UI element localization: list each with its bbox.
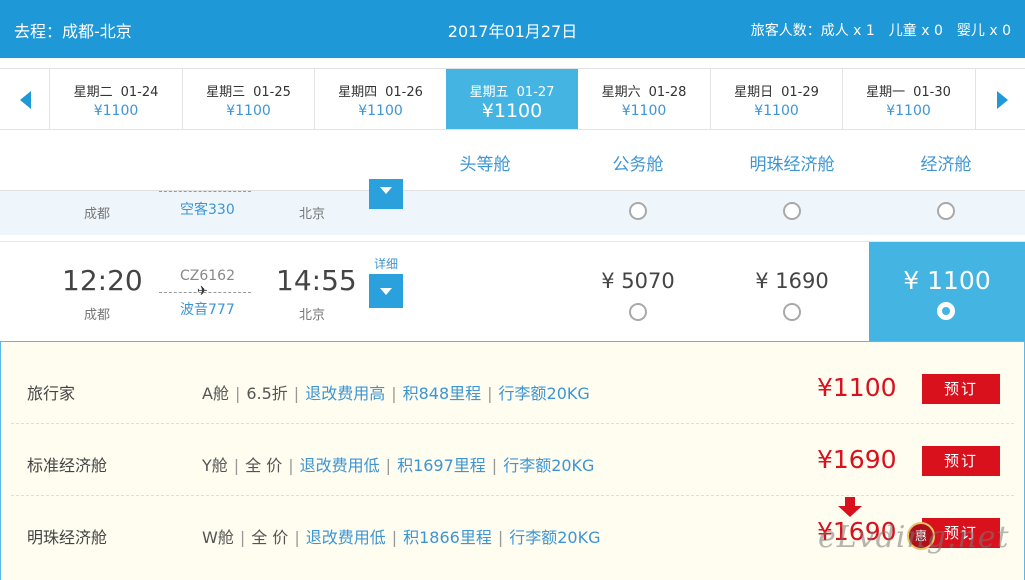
date-tab-price: ¥1100 — [358, 103, 403, 119]
date-tab-weekday: 星期三 — [206, 85, 246, 100]
date-tab-weekday: 星期五 — [469, 85, 509, 100]
fare-attributes: A舱 | 6.5折 | 退改费用高 | 积848里程 | 行李额20KG — [202, 384, 590, 403]
miles-link[interactable]: 积1697里程 — [397, 456, 486, 475]
arr-time: 14:55 — [276, 264, 357, 297]
fare-price: ¥1690 — [817, 445, 897, 474]
fare-discount: 全 价 — [245, 456, 283, 475]
arr-city: 北京 — [299, 207, 326, 222]
fare-discount: 6.5折 — [246, 384, 288, 403]
select-premium-economy-radio[interactable] — [783, 202, 801, 220]
date-tab[interactable]: 星期二 01-24 ¥1100 — [50, 69, 182, 129]
date-tab-weekday: 星期二 — [73, 85, 113, 100]
fare-price: ¥1100 — [817, 373, 897, 402]
date-tab-date: 01-26 — [385, 85, 423, 100]
date-tab-weekday: 星期四 — [338, 85, 378, 100]
date-tab-price: ¥1100 — [93, 103, 139, 119]
flight-row-cz6162: 12:20 成都 CZ6162 ✈ 波音777 14:55 北京 详细 ¥ 50… — [0, 241, 1025, 342]
select-business-radio[interactable] — [629, 202, 647, 220]
aircraft-type[interactable]: 空客330 — [180, 199, 235, 219]
date-tab-date: 01-29 — [781, 85, 819, 100]
baggage-link[interactable]: 行李额20KG — [503, 456, 594, 475]
cabin-header-business: 公务舱 — [612, 155, 664, 175]
header-bar: 去程：成都-北京 2017年01月27日 旅客人数：成人 x 1 儿童 x 0 … — [0, 0, 1025, 58]
expand-fares-button[interactable] — [369, 179, 403, 209]
miles-link[interactable]: 积1866里程 — [403, 528, 492, 547]
route-line — [159, 191, 251, 192]
refund-policy-link[interactable]: 退改费用低 — [306, 528, 386, 547]
date-tab[interactable]: 星期日 01-29 ¥1100 — [710, 69, 842, 129]
dep-city: 成都 — [84, 308, 111, 323]
fare-cabin: A舱 — [202, 384, 229, 403]
date-tab-price: ¥1100 — [621, 103, 667, 119]
date-tab[interactable]: 星期四 01-26 ¥1100 — [314, 69, 446, 129]
fare-row: 旅行家 A舱 | 6.5折 | 退改费用高 | 积848里程 | 行李额20KG ¥1100 预… — [11, 352, 1014, 424]
fare-row: 标准经济舱 Y舱 | 全 价 | 退改费用低 | 积1697里程 | 行李额20KG ¥1690… — [11, 424, 1014, 496]
plane-icon: ✈ — [197, 284, 208, 299]
fare-name: 旅行家 — [27, 384, 76, 403]
refund-policy-link[interactable]: 退改费用高 — [305, 384, 385, 403]
cabin-header-economy: 经济舱 — [920, 155, 972, 175]
select-economy-radio[interactable] — [937, 202, 955, 220]
date-tab-price: ¥1100 — [226, 103, 271, 119]
arr-city: 北京 — [299, 308, 326, 323]
fare-attributes: W舱 | 全 价 | 退改费用低 | 积1866里程 | 行李额20KG — [202, 528, 601, 547]
date-tab-date: 01-24 — [120, 85, 159, 100]
arrow-left-icon — [20, 91, 31, 109]
date-tab[interactable]: 星期六 01-28 ¥1100 — [578, 69, 710, 129]
baggage-link[interactable]: 行李额20KG — [509, 528, 600, 547]
date-tab-weekday: 星期一 — [866, 85, 906, 100]
passenger-count: 旅客人数：成人 x 1 儿童 x 0 婴儿 x 0 — [750, 23, 1011, 39]
price-business: ¥ 5070 — [601, 269, 675, 293]
book-button[interactable]: 预订 — [922, 374, 1000, 404]
date-selector: 星期二 01-24 ¥1100 星期三 01-25 ¥1100 星期四 01-26 ¥… — [0, 68, 1025, 130]
fare-cabin: W舱 — [202, 528, 234, 547]
arrow-right-icon — [997, 91, 1008, 109]
fare-name: 标准经济舱 — [27, 456, 108, 475]
price-premium-economy: ¥ 1690 — [755, 269, 829, 293]
dep-time: 12:20 — [62, 264, 143, 297]
chevron-down-icon — [380, 187, 392, 194]
detail-link[interactable]: 详细 — [374, 255, 398, 272]
fare-cabin: Y舱 — [202, 456, 228, 475]
aircraft-type[interactable]: 波音777 — [180, 299, 235, 319]
cabin-header-first: 头等舱 — [459, 155, 511, 175]
date-tab[interactable]: 星期三 01-25 ¥1100 — [182, 69, 314, 129]
date-tab-active[interactable]: 星期五 01-27 ¥1100 — [446, 69, 578, 129]
cabin-header-premium-economy: 明珠经济舱 — [749, 155, 835, 175]
fare-discount: 全 价 — [251, 528, 289, 547]
select-premium-economy-radio[interactable] — [783, 303, 801, 321]
dep-city: 成都 — [84, 207, 111, 222]
baggage-link[interactable]: 行李额20KG — [499, 384, 590, 403]
miles-link[interactable]: 积848里程 — [403, 384, 482, 403]
date-tab-date: 01-30 — [913, 85, 951, 100]
watermark: eLvding.net — [818, 520, 1010, 555]
flight-number: CZ6162 — [180, 268, 235, 284]
date-tab-price: ¥1100 — [886, 103, 931, 119]
price-economy: ¥ 1100 — [903, 266, 991, 295]
book-button[interactable]: 预订 — [922, 446, 1000, 476]
select-business-radio[interactable] — [629, 303, 647, 321]
date-tab-date: 01-27 — [516, 85, 555, 100]
fare-name: 明珠经济舱 — [27, 528, 108, 547]
next-dates-button[interactable] — [975, 69, 1025, 129]
date-tab-weekday: 星期六 — [601, 85, 641, 100]
prev-dates-button[interactable] — [0, 69, 50, 129]
date-tab-price: ¥1100 — [754, 103, 799, 119]
arrow-down-icon — [838, 497, 862, 517]
date-tab-date: 01-25 — [253, 85, 291, 100]
date-tab-price: ¥1100 — [481, 100, 543, 122]
chevron-down-icon — [380, 288, 392, 295]
date-tab[interactable]: 星期一 01-30 ¥1100 — [842, 69, 974, 129]
date-tab-date: 01-28 — [648, 85, 687, 100]
selected-economy-cell[interactable]: ¥ 1100 — [869, 242, 1025, 342]
date-tab-weekday: 星期日 — [734, 85, 774, 100]
expand-fares-button[interactable] — [369, 274, 403, 308]
fare-attributes: Y舱 | 全 价 | 退改费用低 | 积1697里程 | 行李额20KG — [202, 456, 595, 475]
flight-row: 成都 空客330 北京 — [0, 179, 1025, 235]
select-economy-radio-checked[interactable] — [937, 302, 955, 320]
refund-policy-link[interactable]: 退改费用低 — [300, 456, 380, 475]
